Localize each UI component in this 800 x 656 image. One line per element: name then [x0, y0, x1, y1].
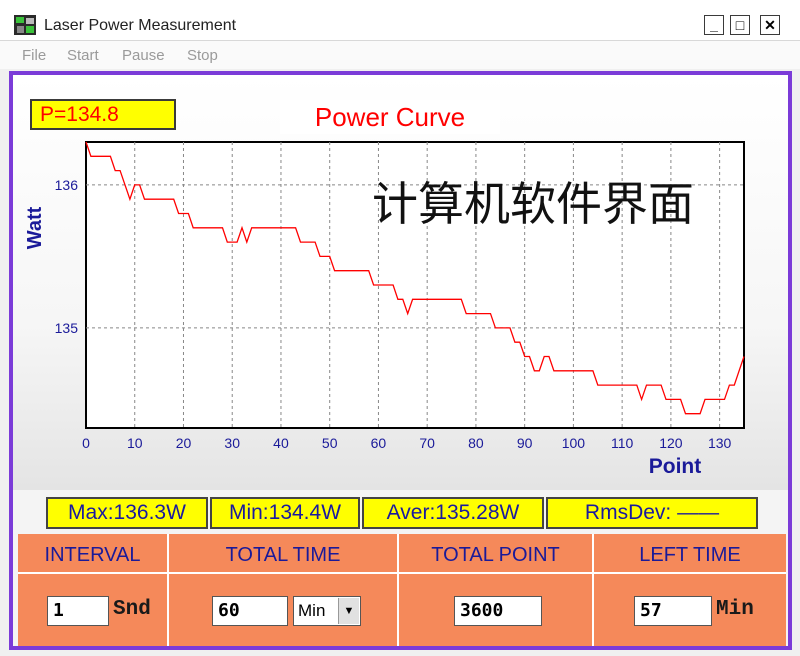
left-time-input[interactable]: 57 — [634, 596, 712, 626]
time-unit-select[interactable]: Min ▼ — [293, 596, 361, 626]
x-tick-label: 60 — [371, 435, 387, 451]
x-tick-label: 30 — [224, 435, 240, 451]
total-time-input[interactable]: 60 — [212, 596, 288, 626]
stat-min: Min:134.4W — [210, 497, 360, 529]
total-point-label: TOTAL POINT — [431, 544, 560, 566]
x-tick-label: 20 — [176, 435, 192, 451]
y-axis-label: Watt — [24, 206, 46, 249]
x-tick-label: 70 — [419, 435, 435, 451]
x-tick-label: 130 — [708, 435, 732, 451]
stat-max: Max:136.3W — [46, 497, 208, 529]
left-time-label: LEFT TIME — [639, 544, 741, 566]
y-tick-label: 135 — [55, 320, 79, 336]
x-tick-label: 120 — [659, 435, 683, 451]
x-tick-label: 50 — [322, 435, 338, 451]
interval-input[interactable]: 1 — [47, 596, 109, 626]
x-tick-label: 100 — [562, 435, 586, 451]
interval-label: INTERVAL — [44, 544, 141, 566]
stat-rmsdev: RmsDev: —— — [546, 497, 758, 529]
left-time-unit: Min — [716, 598, 754, 621]
interval-unit: Snd — [113, 598, 151, 621]
x-tick-label: 80 — [468, 435, 484, 451]
time-unit-select-value: Min — [298, 601, 326, 620]
watermark-text: 计算机软件界面 — [372, 177, 694, 231]
total-time-label: TOTAL TIME — [225, 544, 341, 566]
chevron-down-icon[interactable]: ▼ — [338, 598, 359, 624]
x-tick-label: 10 — [127, 435, 143, 451]
x-tick-label: 110 — [611, 435, 634, 451]
x-tick-label: 90 — [517, 435, 533, 451]
control-divider-horizontal — [18, 572, 786, 574]
total-point-input[interactable]: 3600 — [454, 596, 542, 626]
app-window: Laser Power Measurement _ □ ✕ File Start… — [0, 0, 800, 656]
y-tick-label: 136 — [55, 177, 79, 193]
x-tick-label: 40 — [273, 435, 289, 451]
x-tick-label: 0 — [82, 435, 90, 451]
stat-aver: Aver:135.28W — [362, 497, 544, 529]
x-axis-label: Point — [649, 455, 702, 478]
